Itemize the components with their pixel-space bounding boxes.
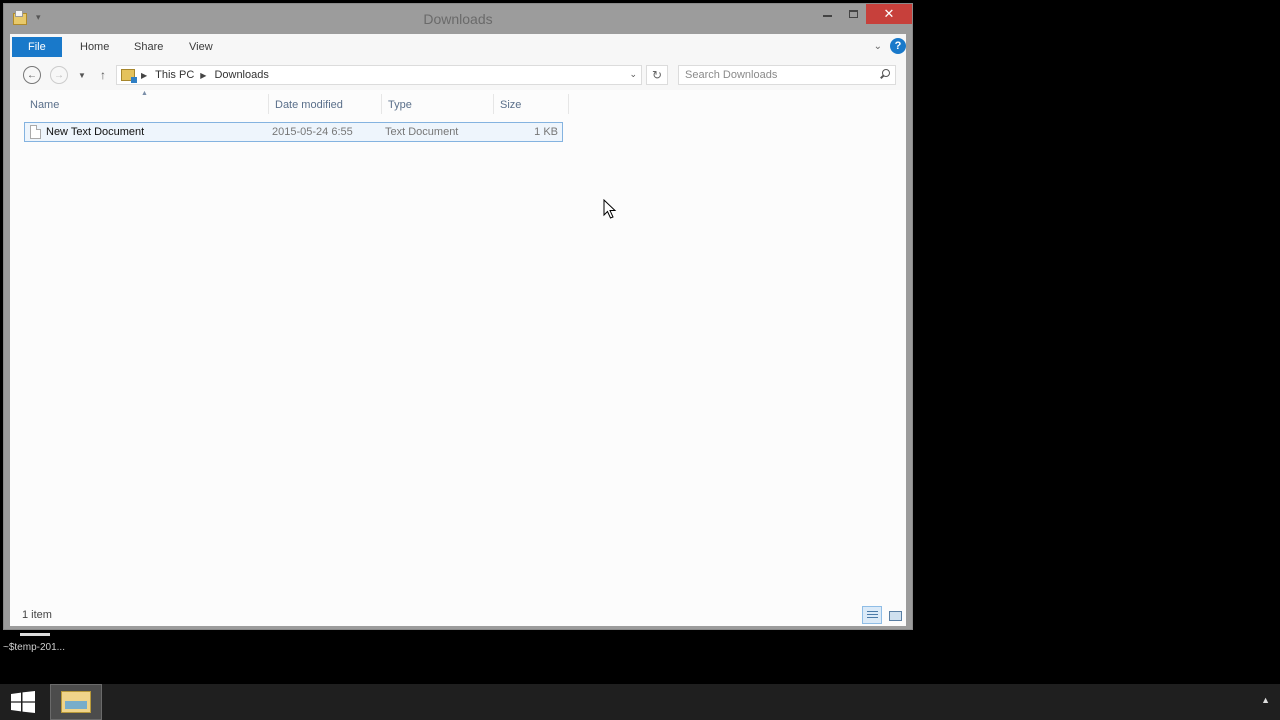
close-button[interactable]: ✕ (866, 4, 912, 24)
search-placeholder: Search Downloads (685, 69, 778, 81)
tab-home[interactable]: Home (66, 37, 123, 57)
taskbar-file-explorer-button[interactable] (50, 684, 102, 720)
file-size: 1 KB (534, 126, 558, 138)
windows-start-icon (11, 691, 35, 713)
details-view-icon[interactable] (862, 606, 882, 624)
breadcrumb-this-pc[interactable]: This PC (155, 69, 194, 81)
breadcrumb-separator-icon[interactable]: ▶ (200, 71, 206, 80)
column-header-name[interactable]: Name (30, 99, 59, 111)
column-header-size[interactable]: Size (500, 99, 521, 111)
file-type: Text Document (385, 126, 459, 138)
breadcrumb-separator-icon[interactable]: ▶ (141, 71, 147, 80)
folder-icon (121, 69, 137, 83)
maximize-button[interactable] (840, 4, 866, 24)
address-bar[interactable]: ▶ This PC ▶ Downloads ⌄ (116, 65, 642, 85)
window-title: Downloads (423, 11, 493, 27)
column-divider[interactable] (568, 94, 569, 114)
tab-share[interactable]: Share (120, 37, 177, 57)
item-count: 1 item (22, 609, 52, 621)
refresh-icon[interactable]: ↻ (646, 65, 668, 85)
column-divider[interactable] (493, 94, 494, 114)
desktop-item-label[interactable]: ~$temp-201... (3, 642, 65, 653)
ribbon-right-controls: ⌄ ? (874, 38, 906, 54)
taskbar: ▲ (0, 684, 1280, 720)
thumbnail-view-icon[interactable] (884, 606, 904, 624)
tab-file[interactable]: File (12, 37, 62, 57)
column-headers: ▲ Name Date modified Type Size (10, 90, 570, 118)
minimize-button[interactable] (814, 4, 840, 24)
tab-view[interactable]: View (175, 37, 227, 57)
recent-dropdown-icon[interactable]: ▼ (73, 66, 91, 84)
file-list-pane[interactable]: ▲ Name Date modified Type Size New Text … (10, 90, 906, 626)
ribbon-tabs: File Home Share View ⌄ ? (10, 34, 906, 60)
maximize-icon (848, 10, 858, 18)
explorer-window: ▾ Downloads ✕ File Home Share View ⌄ ? ←… (3, 3, 913, 630)
expand-ribbon-icon[interactable]: ⌄ (874, 41, 882, 52)
column-divider[interactable] (381, 94, 382, 114)
sort-ascending-icon: ▲ (141, 90, 148, 97)
file-explorer-icon (61, 691, 91, 713)
file-row[interactable]: New Text Document 2015-05-24 6:55 Text D… (24, 122, 563, 142)
show-hidden-icons-icon[interactable]: ▲ (1261, 695, 1270, 705)
window-controls: ✕ (814, 4, 912, 24)
back-arrow-icon[interactable]: ← (23, 66, 41, 84)
title-bar[interactable]: ▾ Downloads ✕ (4, 4, 912, 34)
column-divider[interactable] (268, 94, 269, 114)
file-date-modified: 2015-05-24 6:55 (272, 126, 353, 138)
mouse-pointer-icon (603, 199, 617, 219)
up-arrow-icon[interactable]: ↑ (94, 66, 112, 84)
column-header-type[interactable]: Type (388, 99, 412, 111)
column-header-date-modified[interactable]: Date modified (275, 99, 343, 111)
help-icon[interactable]: ? (890, 38, 906, 54)
file-name: New Text Document (46, 126, 145, 138)
text-file-icon (30, 125, 41, 139)
search-input[interactable]: Search Downloads (678, 65, 896, 85)
navigation-bar: ← → ▼ ↑ ▶ This PC ▶ Downloads ⌄ ↻ Search… (10, 60, 906, 90)
status-bar: 1 item (10, 604, 906, 626)
breadcrumb-downloads[interactable]: Downloads (214, 69, 268, 81)
forward-arrow-icon[interactable]: → (50, 66, 68, 84)
close-icon: ✕ (883, 6, 895, 21)
desktop-item-highlight (20, 633, 50, 636)
start-button[interactable] (6, 688, 40, 716)
search-icon[interactable] (880, 69, 890, 79)
minimize-icon (822, 15, 832, 17)
address-dropdown-icon[interactable]: ⌄ (629, 69, 637, 80)
